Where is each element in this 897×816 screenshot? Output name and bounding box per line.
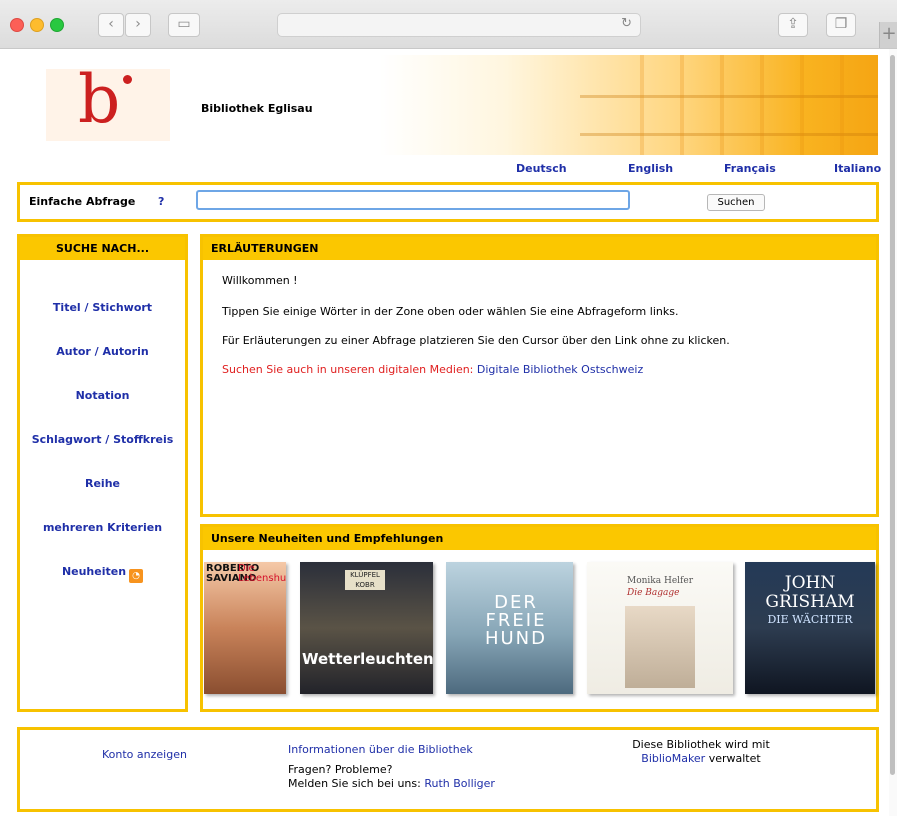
book-title: DER FREIE HUND xyxy=(484,592,548,649)
digital-media-text: Suchen Sie auch in unseren digitalen Med… xyxy=(222,363,474,376)
book-title: Wetterleuchten xyxy=(302,650,433,668)
managed-suffix: verwaltet xyxy=(708,752,761,765)
address-bar[interactable]: ↻ xyxy=(277,13,641,37)
bookshelf-banner xyxy=(380,55,878,155)
book-cover[interactable]: DER FREIE HUND xyxy=(446,562,573,694)
managed-prefix: Diese Bibliothek wird mit xyxy=(632,738,770,751)
sidebar-item-multiple-criteria[interactable]: mehreren Kriterien xyxy=(20,521,185,534)
sidebar-item-news-label[interactable]: Neuheiten xyxy=(62,565,126,578)
library-logo: b xyxy=(46,61,170,141)
digital-media-notice: Suchen Sie auch in unseren digitalen Med… xyxy=(222,363,643,376)
web-page: b Bibliothek Eglisau Deutsch English Fra… xyxy=(0,49,897,816)
chevron-left-icon: ‹ xyxy=(108,16,114,32)
tabs-icon: ❐ xyxy=(834,16,848,32)
contact-link[interactable]: Ruth Bolliger xyxy=(424,777,495,790)
footer-panel: Konto anzeigen Informationen über die Bi… xyxy=(17,727,879,812)
digital-library-link[interactable]: Digitale Bibliothek Ostschweiz xyxy=(477,363,643,376)
book-title: Die Lebenshungrigen xyxy=(238,563,286,584)
simple-search-help[interactable]: ? xyxy=(158,195,164,208)
minimize-window-button[interactable] xyxy=(30,18,44,32)
book-cover[interactable]: ROBERTO SAVIANO Die Lebenshungrigen xyxy=(204,562,286,694)
browser-toolbar: ‹ › ▭ ↻ ⇪ ❐ + xyxy=(0,0,897,49)
language-francais[interactable]: Français xyxy=(724,162,776,175)
back-button[interactable]: ‹ xyxy=(98,13,124,37)
contact-prefix: Melden Sie sich bei uns: xyxy=(288,777,421,790)
logo-letter: b xyxy=(78,61,121,138)
bibliomaker-link[interactable]: BiblioMaker xyxy=(641,752,705,765)
language-english[interactable]: English xyxy=(628,162,673,175)
zoom-window-button[interactable] xyxy=(50,18,64,32)
new-tab-button[interactable]: + xyxy=(879,22,897,48)
book-cover[interactable]: Monika Helfer Die Bagage xyxy=(587,562,733,694)
questions-text: Fragen? Probleme? xyxy=(288,763,393,776)
language-deutsch[interactable]: Deutsch xyxy=(516,162,567,175)
news-title: Unsere Neuheiten und Empfehlungen xyxy=(203,527,876,550)
welcome-text: Willkommen ! xyxy=(222,274,298,287)
sidebar-item-title[interactable]: Titel / Stichwort xyxy=(20,301,185,314)
book-author: KLÜPFEL KOBR xyxy=(345,570,385,590)
close-window-button[interactable] xyxy=(10,18,24,32)
language-italiano[interactable]: Italiano xyxy=(834,162,881,175)
plus-icon: + xyxy=(881,23,897,44)
cover-photo xyxy=(625,606,695,688)
simple-search-label: Einfache Abfrage xyxy=(29,195,136,208)
book-title: DIE WÄCHTER xyxy=(767,613,853,626)
sidebar-toggle-button[interactable]: ▭ xyxy=(168,13,200,37)
forward-button[interactable]: › xyxy=(125,13,151,37)
search-by-panel: SUCHE NACH... Titel / Stichwort Autor / … xyxy=(17,234,188,712)
search-button[interactable]: Suchen xyxy=(707,194,765,211)
sidebar-icon: ▭ xyxy=(177,16,191,32)
contact-line: Melden Sie sich bei uns: Ruth Bolliger xyxy=(288,777,495,791)
share-icon: ⇪ xyxy=(787,16,799,32)
scrollbar-thumb[interactable] xyxy=(890,55,895,775)
sidebar-item-subject[interactable]: Schlagwort / Stoffkreis xyxy=(20,433,185,446)
reload-icon[interactable]: ↻ xyxy=(621,16,632,31)
sidebar-item-news[interactable]: Neuheiten ◔ xyxy=(20,565,185,583)
rss-icon[interactable]: ◔ xyxy=(129,569,144,583)
news-panel: Unsere Neuheiten und Empfehlungen ROBERT… xyxy=(200,524,879,712)
instruction-line-1: Tippen Sie einige Wörter in der Zone obe… xyxy=(222,305,679,318)
library-info-link[interactable]: Informationen über die Bibliothek xyxy=(288,743,473,757)
managed-by-text: Diese Bibliothek wird mit BiblioMaker ve… xyxy=(616,738,786,766)
book-title: Die Bagage xyxy=(627,588,680,598)
book-author: Monika Helfer xyxy=(627,576,694,586)
logo-dot xyxy=(123,75,132,84)
account-link[interactable]: Konto anzeigen xyxy=(102,748,187,762)
search-by-title: SUCHE NACH... xyxy=(20,237,185,260)
search-input[interactable] xyxy=(196,190,630,210)
book-author: JOHN GRISHAM xyxy=(765,573,855,612)
explanations-panel: ERLÄUTERUNGEN Willkommen ! Tippen Sie ei… xyxy=(200,234,879,517)
instruction-line-2: Für Erläuterungen zu einer Abfrage platz… xyxy=(222,334,730,347)
library-name: Bibliothek Eglisau xyxy=(201,102,313,115)
book-cover[interactable]: KLÜPFEL KOBR Wetterleuchten xyxy=(300,562,433,694)
sidebar-item-notation[interactable]: Notation xyxy=(20,389,185,402)
share-button[interactable]: ⇪ xyxy=(778,13,808,37)
chevron-right-icon: › xyxy=(135,16,141,32)
tabs-overview-button[interactable]: ❐ xyxy=(826,13,856,37)
sidebar-item-series[interactable]: Reihe xyxy=(20,477,185,490)
sidebar-item-author[interactable]: Autor / Autorin xyxy=(20,345,185,358)
book-cover[interactable]: JOHN GRISHAM DIE WÄCHTER xyxy=(745,562,875,694)
explanations-title: ERLÄUTERUNGEN xyxy=(203,237,876,260)
simple-search-box: Einfache Abfrage ? Suchen xyxy=(17,182,879,222)
